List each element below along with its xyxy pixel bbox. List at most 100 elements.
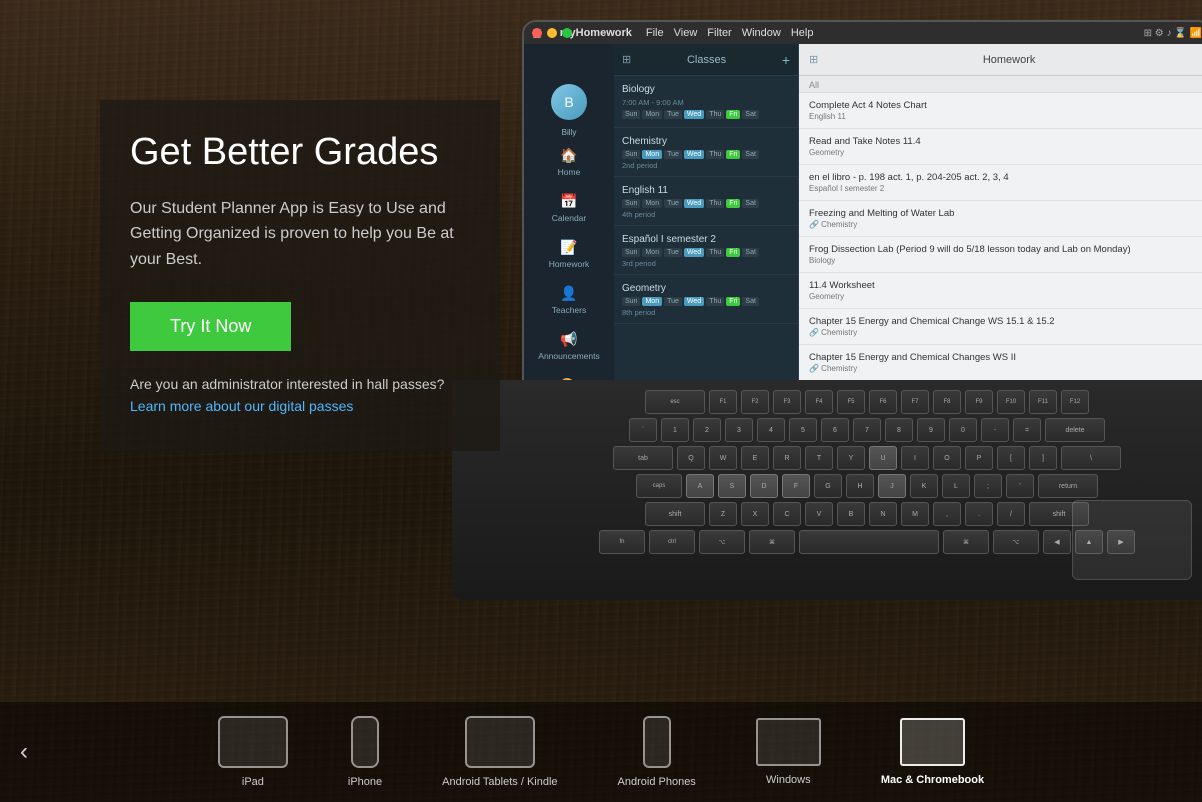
iphone-label: iPhone bbox=[348, 776, 382, 788]
key-l: L bbox=[942, 474, 970, 498]
key-del: delete bbox=[1045, 418, 1105, 442]
device-android-phone[interactable]: Android Phones bbox=[618, 716, 696, 788]
menu-window[interactable]: Window bbox=[742, 27, 781, 39]
key-9: 9 bbox=[917, 418, 945, 442]
sidebar-item-home[interactable]: 🏠 Home bbox=[529, 141, 609, 183]
class-geometry[interactable]: Geometry Sun Mon Tue Wed Thu Fri Sat 8th… bbox=[614, 275, 798, 324]
passes-link[interactable]: Learn more about our digital passes bbox=[130, 398, 353, 414]
hw-item-8[interactable]: Chapter 15 Energy and Chemical Changes W… bbox=[799, 345, 1202, 381]
class-english11[interactable]: English 11 Sun Mon Tue Wed Thu Fri Sat 4… bbox=[614, 177, 798, 226]
minimize-button[interactable] bbox=[547, 28, 557, 38]
menu-file[interactable]: File bbox=[646, 27, 664, 39]
key-row-num: ` 1 2 3 4 5 6 7 8 9 0 - = delete bbox=[472, 418, 1202, 442]
key-i: I bbox=[901, 446, 929, 470]
menu-view[interactable]: View bbox=[674, 27, 698, 39]
cta-button[interactable]: Try It Now bbox=[130, 302, 291, 351]
device-windows[interactable]: Windows bbox=[756, 718, 821, 786]
trackpad[interactable] bbox=[1072, 500, 1192, 580]
hw-title-5: Frog Dissection Lab (Period 9 will do 5/… bbox=[809, 244, 1200, 255]
hw-title-2: Read and Take Notes 11.4 bbox=[809, 136, 1200, 147]
key-h: H bbox=[846, 474, 874, 498]
sidebar-item-teachers[interactable]: 👤 Teachers bbox=[529, 279, 609, 321]
class-biology[interactable]: Biology 7:00 AM - 9:00 AM Sun Mon Tue We… bbox=[614, 76, 798, 128]
key-f1: F1 bbox=[709, 390, 737, 414]
sidebar-announcements-label: Announcements bbox=[538, 351, 599, 361]
android-phone-label: Android Phones bbox=[618, 776, 696, 788]
key-f7: F7 bbox=[901, 390, 929, 414]
key-f3: F3 bbox=[773, 390, 801, 414]
key-row-fn: esc F1 F2 F3 F4 F5 F6 F7 F8 F9 F10 F11 F… bbox=[472, 390, 1202, 414]
key-0: 0 bbox=[949, 418, 977, 442]
hw-item-1[interactable]: Complete Act 4 Notes Chart English 11 bbox=[799, 93, 1202, 129]
key-u: U bbox=[869, 446, 897, 470]
classes-add-icon[interactable]: + bbox=[782, 52, 790, 68]
classes-title: Classes bbox=[687, 54, 726, 66]
menu-items: File View Filter Window Help bbox=[646, 27, 814, 39]
geometry-period: 8th period bbox=[622, 308, 790, 317]
admin-text: Are you an administrator interested in h… bbox=[130, 376, 470, 392]
hw-title-4: Freezing and Melting of Water Lab bbox=[809, 208, 1200, 219]
espanol-days: Sun Mon Tue Wed Thu Fri Sat bbox=[622, 248, 790, 257]
carousel-prev-arrow[interactable]: ‹ bbox=[20, 738, 28, 766]
hw-subject-4: 🔗 Chemistry bbox=[809, 220, 1200, 229]
key-3: 3 bbox=[725, 418, 753, 442]
key-8: 8 bbox=[885, 418, 913, 442]
key-esc: esc bbox=[645, 390, 705, 414]
device-mac[interactable]: Mac & Chromebook bbox=[881, 718, 984, 786]
hw-subject-5: Biology bbox=[809, 256, 1200, 265]
key-f6: F6 bbox=[869, 390, 897, 414]
hw-filter-icon[interactable]: ⊞ bbox=[809, 53, 818, 66]
key-lshift: shift bbox=[645, 502, 705, 526]
sidebar-item-homework[interactable]: 📝 Homework bbox=[529, 233, 609, 275]
key-equals: = bbox=[1013, 418, 1041, 442]
key-7: 7 bbox=[853, 418, 881, 442]
sidebar-item-announcements[interactable]: 📢 Announcements bbox=[529, 325, 609, 367]
key-period: . bbox=[965, 502, 993, 526]
hw-item-2[interactable]: Read and Take Notes 11.4 Geometry bbox=[799, 129, 1202, 165]
maximize-button[interactable] bbox=[562, 28, 572, 38]
sidebar-item-calendar[interactable]: 📅 Calendar bbox=[529, 187, 609, 229]
chemistry-days: Sun Mon Tue Wed Thu Fri Sat bbox=[622, 150, 790, 159]
hw-item-7[interactable]: Chapter 15 Energy and Chemical Change WS… bbox=[799, 309, 1202, 345]
laptop-keyboard: esc F1 F2 F3 F4 F5 F6 F7 F8 F9 F10 F11 F… bbox=[452, 380, 1202, 600]
home-icon: 🏠 bbox=[560, 147, 577, 164]
hw-title-1: Complete Act 4 Notes Chart bbox=[809, 100, 1200, 111]
android-tablet-icon bbox=[465, 716, 535, 768]
username-label: Billy bbox=[551, 128, 587, 137]
key-ctrl: ctrl bbox=[649, 530, 695, 554]
hw-title-7: Chapter 15 Energy and Chemical Change WS… bbox=[809, 316, 1200, 327]
hw-title-6: 11.4 Worksheet bbox=[809, 280, 1200, 291]
device-iphone[interactable]: iPhone bbox=[348, 716, 382, 788]
key-f11: F11 bbox=[1029, 390, 1057, 414]
key-comma: , bbox=[933, 502, 961, 526]
menu-filter[interactable]: Filter bbox=[707, 27, 731, 39]
windows-icon bbox=[756, 718, 821, 766]
homework-title: Homework bbox=[983, 54, 1036, 66]
hw-item-5[interactable]: Frog Dissection Lab (Period 9 will do 5/… bbox=[799, 237, 1202, 273]
device-android-tablet[interactable]: Android Tablets / Kindle bbox=[442, 716, 557, 788]
key-n: N bbox=[869, 502, 897, 526]
english11-days: Sun Mon Tue Wed Thu Fri Sat bbox=[622, 199, 790, 208]
hw-item-6[interactable]: 11.4 Worksheet Geometry bbox=[799, 273, 1202, 309]
key-row-a: caps A S D F G H J K L ; ' return bbox=[472, 474, 1202, 498]
key-5: 5 bbox=[789, 418, 817, 442]
menu-help[interactable]: Help bbox=[791, 27, 814, 39]
close-button[interactable] bbox=[532, 28, 542, 38]
key-semicolon: ; bbox=[974, 474, 1002, 498]
class-espanol[interactable]: Español I semester 2 Sun Mon Tue Wed Thu… bbox=[614, 226, 798, 275]
key-f2: F2 bbox=[741, 390, 769, 414]
hw-item-4[interactable]: Freezing and Melting of Water Lab 🔗 Chem… bbox=[799, 201, 1202, 237]
device-ipad[interactable]: iPad bbox=[218, 716, 288, 788]
teachers-icon: 👤 bbox=[560, 285, 577, 302]
hw-section-all: All bbox=[799, 76, 1202, 93]
key-r: R bbox=[773, 446, 801, 470]
hw-title-3: en el libro - p. 198 act. 1, p. 204-205 … bbox=[809, 172, 1200, 183]
key-slash: / bbox=[997, 502, 1025, 526]
hw-item-3[interactable]: en el libro - p. 198 act. 1, p. 204-205 … bbox=[799, 165, 1202, 201]
class-chemistry[interactable]: Chemistry Sun Mon Tue Wed Thu Fri Sat 2n… bbox=[614, 128, 798, 177]
sidebar-user-avatar: B Billy bbox=[551, 84, 587, 137]
sidebar-homework-label: Homework bbox=[549, 259, 590, 269]
avatar: B bbox=[551, 84, 587, 120]
windows-label: Windows bbox=[766, 774, 811, 786]
classes-filter-icon[interactable]: ⊞ bbox=[622, 53, 631, 66]
